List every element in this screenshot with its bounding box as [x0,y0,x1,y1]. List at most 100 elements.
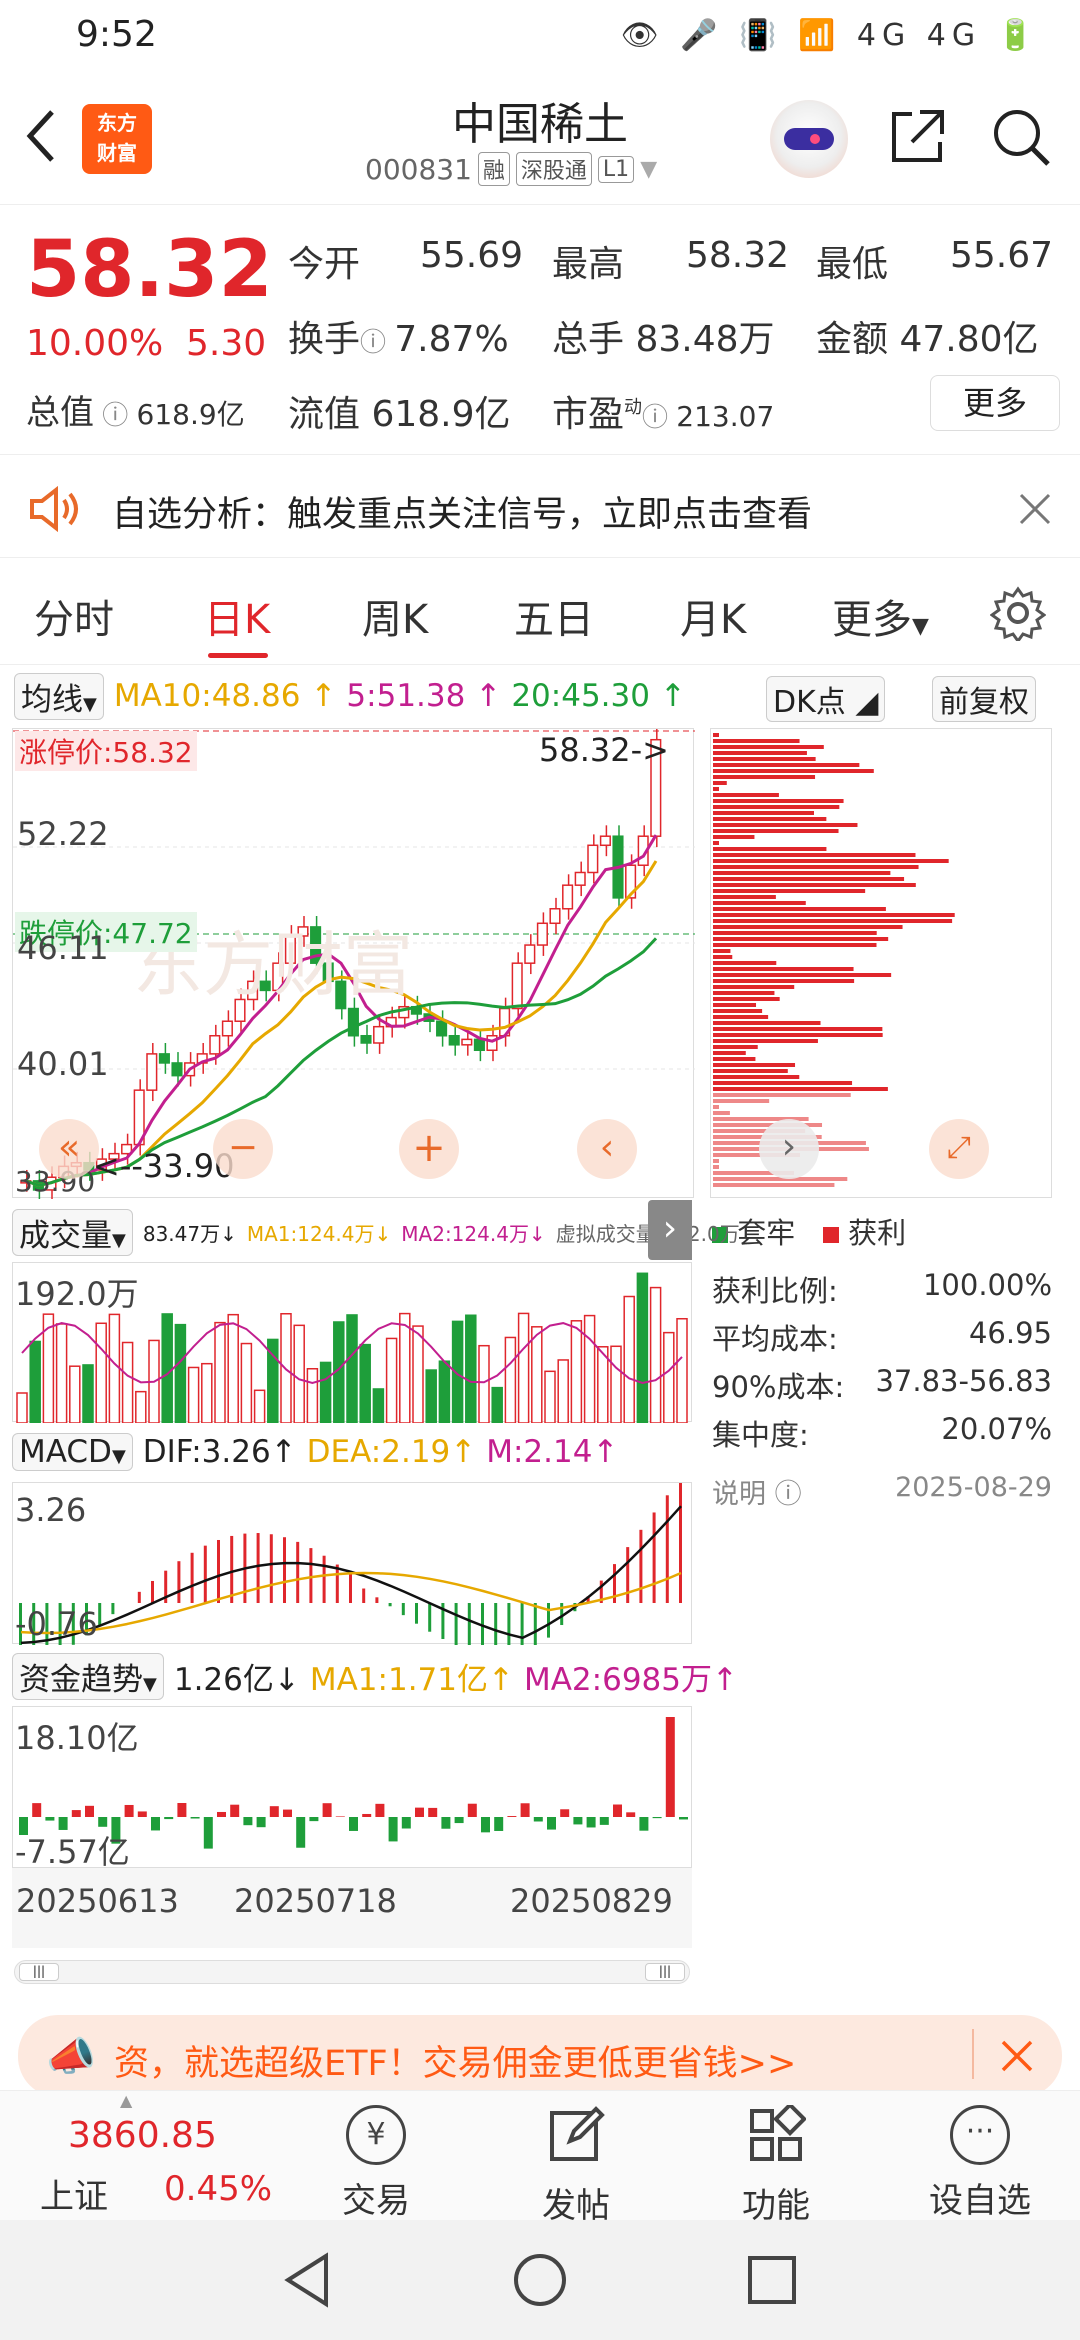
fund-bar [32,1803,42,1817]
settings-gear-icon[interactable] [990,585,1046,641]
ma-select[interactable]: 均线▼ [14,672,104,720]
volume-bar [55,1323,68,1424]
ma20-value: 20:45.30 [511,678,650,714]
notice-bar[interactable]: 自选分析：触发重点关注信号，立即点击查看 [0,458,1080,558]
status-bar: 9:52 👁 🎤 📳 📶 4G 4G 🔋 [0,0,1080,70]
macd-chart[interactable]: 3.26 -0.76 [12,1478,692,1671]
stock-code-line[interactable]: 000831 融 深股通 L1 ▼ [365,152,657,186]
date-end: 20250829 [510,1882,673,1920]
scroll-left-fast-icon[interactable]: « [39,1119,99,1179]
status-icons: 👁 🎤 📳 📶 4G 4G 🔋 [620,18,1040,53]
kline-chart[interactable]: 东方财富 涨停价:58.32 跌停价:47.72 52.22 46.11 40.… [12,728,695,1201]
macd-hist-bar [203,1545,207,1603]
scroll-left-icon[interactable]: ‹ [577,1119,637,1179]
fund-y-min: -7.57亿 [15,1833,130,1871]
tab-weekly[interactable]: 周K [362,587,428,645]
volume-bar [504,1336,517,1424]
chip-bar [713,835,755,839]
volume-chart[interactable]: 192.0万 [12,1262,692,1424]
chip-bar [713,1051,746,1055]
tab-intraday[interactable]: 分时 [34,587,114,645]
candle-body [171,1062,183,1077]
chip-bar [713,781,727,785]
volume-bar [583,1314,596,1424]
index-name: 上证 [40,2177,108,2217]
tab-underline [208,653,268,658]
assistant-avatar-icon[interactable] [770,100,848,178]
volume-bar [161,1313,173,1424]
macd-hist-bar [494,1603,498,1658]
chip-stats: 获利比例: 100.00% 平均成本: 46.95 90%成本: 37.83-56.83 集… [712,1268,1052,1460]
adjust-button[interactable]: 前复权 [932,676,1036,722]
range-handle-right[interactable]: ||| [645,1963,685,1981]
fund-bar [454,1817,464,1824]
nav-back-icon[interactable] [282,2252,332,2308]
zoom-out-icon[interactable]: − [213,1119,273,1179]
chip-stat-value: 37.83-56.83 [875,1364,1052,1398]
fund-bar [507,1816,517,1817]
macd-dea: DEA:2.19↑ [306,1434,477,1470]
yuan-icon: ¥ [346,2105,406,2165]
volume-bar [465,1314,477,1424]
volume-bar [663,1331,675,1424]
index-value: 3860.85 [68,2115,217,2156]
tab-daily[interactable]: 日K [204,587,270,645]
range-handle-left[interactable]: ||| [19,1963,59,1981]
tab-5day[interactable]: 五日 [514,587,594,645]
chevron-right-icon[interactable]: › [759,1119,819,1179]
index-ticker[interactable]: ▲ 3860.85 上证 0.45% [40,2091,272,2221]
macd-hist-bar [388,1603,392,1607]
zoom-in-icon[interactable]: + [399,1119,459,1179]
fund-bar [349,1817,358,1831]
nav-add-watchlist[interactable]: ··· 设自选 [900,2091,1060,2222]
volume-select[interactable]: 成交量▼ [12,1208,133,1256]
expand-icon[interactable]: ⤢ [929,1119,989,1179]
range-scrollbar[interactable]: ||| ||| [14,1960,690,1984]
nav-functions[interactable]: 功能 [696,2091,856,2227]
turnover-row: 换手ⓘ 7.87% [288,319,509,360]
candle-body [461,1038,473,1046]
nav-recents-icon[interactable] [746,2254,798,2306]
open-label: 今开 [288,244,361,285]
chip-distribution[interactable]: › ⤢ [710,728,1052,1198]
collapse-chips-icon[interactable]: › [648,1200,692,1260]
volume-bar [293,1324,305,1424]
fund-chart[interactable]: 18.10亿 -7.57亿 [12,1706,692,1871]
y-tick-top: 52.22 [17,815,109,853]
chip-bar [713,901,806,905]
tag-level: L1 [597,155,635,183]
fund-bar [415,1807,424,1817]
macd-hist-bar [652,1512,656,1603]
more-button[interactable]: 更多 [930,375,1060,431]
promo-close-icon[interactable] [1000,2039,1034,2073]
tab-more[interactable]: 更多▼ [832,587,929,645]
promo-banner[interactable]: 📣 资，就选超级ETF！交易佣金更低更省钱>> [18,2015,1062,2097]
chip-bar [713,757,816,761]
share-icon[interactable] [886,106,948,168]
tab-monthly[interactable]: 月K [680,587,746,645]
search-icon[interactable] [990,106,1052,168]
chip-bar [713,739,800,743]
mktcap-row: 总值 ⓘ 618.9亿 [26,393,245,433]
high-value: 58.32 [686,235,790,276]
dk-point-button[interactable]: DK点 ◢ [766,676,886,722]
float-row: 流值 618.9亿 [288,385,511,437]
candle-body [146,1053,158,1091]
volume-bar [69,1365,81,1424]
chip-bar [713,817,827,821]
close-icon[interactable] [1018,492,1052,526]
nav-home-icon[interactable] [512,2252,568,2308]
chip-stat-label: 获利比例: [712,1274,838,1308]
macd-select[interactable]: MACD▼ [12,1433,133,1471]
chip-note-row: 说明 ⓘ 2025-08-29 [712,1472,1052,1511]
info-icon[interactable]: ⓘ [775,1479,802,1510]
nav-trade[interactable]: ¥ 交易 [296,2091,456,2222]
date-start: 20250613 [16,1882,179,1920]
chip-note[interactable]: 说明 [712,1479,766,1510]
candle-body [373,1025,385,1044]
fund-select[interactable]: 资金趋势▼ [12,1652,164,1700]
macd-hist-bar [190,1552,194,1603]
nav-post[interactable]: 发帖 [496,2091,656,2227]
macd-hist-bar [362,1588,366,1603]
candle-body [486,1034,498,1052]
